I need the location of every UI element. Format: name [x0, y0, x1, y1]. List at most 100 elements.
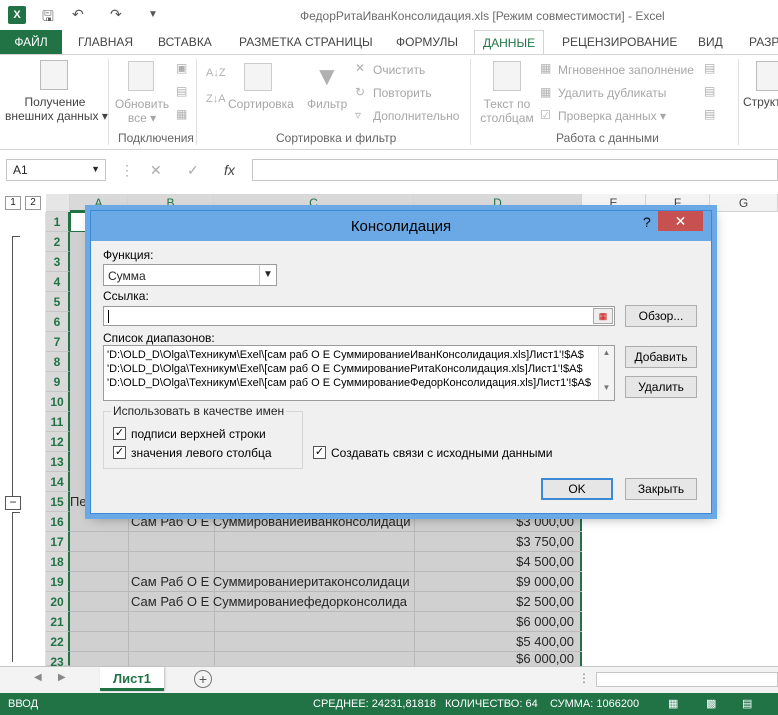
row-header[interactable]: 9 — [46, 372, 70, 392]
column-header-g[interactable]: G — [710, 194, 778, 212]
outline-level-1[interactable]: 1 — [5, 196, 21, 210]
row-header[interactable]: 18 — [46, 552, 70, 572]
flash-fill-button[interactable]: Мгновенное заполнение — [558, 63, 694, 77]
cell-b19[interactable]: Сам Раб О Е Суммированиеритаконсолидаци — [128, 572, 414, 592]
next-sheet-icon[interactable]: ▶ — [58, 672, 66, 683]
edit-links-icon[interactable]: ▦ — [176, 107, 187, 121]
collapse-dialog-icon[interactable]: ▦ — [593, 308, 613, 324]
row-header[interactable]: 2 — [46, 232, 70, 252]
prev-sheet-icon[interactable]: ◀ — [34, 672, 42, 683]
top-row-checkbox[interactable]: ✓ — [113, 427, 126, 440]
row-header[interactable]: 11 — [46, 412, 70, 432]
cancel-icon[interactable]: ✕ — [150, 162, 162, 179]
function-select[interactable]: Сумма ▼ — [103, 264, 277, 286]
horizontal-scrollbar[interactable] — [596, 672, 778, 687]
properties-icon[interactable]: ▤ — [176, 84, 187, 98]
tab-home[interactable]: ГЛАВНАЯ — [78, 30, 133, 54]
row-header[interactable]: 8 — [46, 352, 70, 372]
formula-input[interactable] — [252, 159, 778, 181]
insert-function-icon[interactable]: fx — [224, 162, 235, 178]
list-item[interactable]: 'D:\OLD_D\Olga\Техникум\Exel\[сам раб О … — [107, 363, 583, 375]
row-header[interactable]: 17 — [46, 532, 70, 552]
outline-button[interactable]: Структ — [743, 95, 778, 109]
help-icon[interactable]: ? — [643, 214, 651, 230]
cell-d16[interactable]: $3 000,00 — [414, 512, 580, 532]
outline-level-2[interactable]: 2 — [25, 196, 41, 210]
refresh-all-button[interactable]: Обновить все ▾ — [112, 97, 172, 125]
collapse-group-button[interactable]: − — [5, 496, 21, 510]
reference-input[interactable]: ▦ — [103, 306, 615, 326]
row-header[interactable]: 21 — [46, 612, 70, 632]
scroll-up-icon[interactable]: ▲ — [599, 348, 614, 357]
qat-customize-icon[interactable]: ▼ — [148, 9, 158, 20]
list-item[interactable]: 'D:\OLD_D\Olga\Техникум\Exel\[сам раб О … — [107, 377, 591, 389]
cell-d20[interactable]: $2 500,00 — [414, 592, 580, 612]
delete-button[interactable]: Удалить — [625, 376, 697, 398]
tab-file[interactable]: ФАЙЛ — [0, 30, 62, 54]
sort-za-icon[interactable]: Z↓A — [206, 93, 226, 105]
list-scrollbar[interactable]: ▲ ▼ — [598, 346, 614, 400]
tab-view[interactable]: ВИД — [698, 30, 723, 54]
consolidate-icon[interactable]: ▤ — [704, 61, 715, 75]
page-layout-view-icon[interactable]: ▩ — [706, 693, 716, 715]
row-header[interactable]: 19 — [46, 572, 70, 592]
cell-d17[interactable]: $3 750,00 — [414, 532, 580, 552]
name-box[interactable]: A1 ▼ — [6, 159, 106, 181]
clear-button[interactable]: Очистить — [373, 63, 425, 77]
left-column-checkbox[interactable]: ✓ — [113, 446, 126, 459]
dialog-title-bar[interactable]: Консолидация ? ✕ — [91, 211, 711, 241]
chevron-down-icon[interactable]: ▼ — [259, 265, 276, 285]
relationships-icon[interactable]: ▤ — [704, 107, 715, 121]
row-header[interactable]: 14 — [46, 472, 70, 492]
undo-icon[interactable]: ↶ — [72, 6, 84, 23]
reapply-button[interactable]: Повторить — [373, 86, 432, 100]
what-if-icon[interactable]: ▤ — [704, 84, 715, 98]
cell-b20[interactable]: Сам Раб О Е Суммированиефедорконсолида — [128, 592, 414, 612]
cell-d21[interactable]: $6 000,00 — [414, 612, 580, 632]
row-header[interactable]: 12 — [46, 432, 70, 452]
row-header[interactable]: 20 — [46, 592, 70, 612]
tab-insert[interactable]: ВСТАВКА — [158, 30, 212, 54]
data-validation-button[interactable]: Проверка данных ▾ — [558, 109, 666, 123]
tab-developer[interactable]: РАЗР — [749, 30, 778, 54]
cell-d19[interactable]: $9 000,00 — [414, 572, 580, 592]
cell-d23[interactable]: $6 000,00 — [414, 652, 580, 666]
get-external-data-button[interactable]: Получение внешних данных ▾ — [5, 95, 108, 123]
sort-button[interactable]: Сортировка — [228, 97, 294, 111]
advanced-button[interactable]: Дополнительно — [373, 109, 459, 123]
row-header[interactable]: 23 — [46, 652, 70, 669]
list-item[interactable]: 'D:\OLD_D\Olga\Техникум\Exel\[сам раб О … — [107, 349, 584, 361]
create-links-checkbox[interactable]: ✓ — [313, 446, 326, 459]
sort-az-icon[interactable]: A↓Z — [206, 67, 226, 79]
new-sheet-icon[interactable]: + — [194, 670, 212, 688]
tab-formulas[interactable]: ФОРМУЛЫ — [396, 30, 458, 54]
close-icon[interactable]: ✕ — [658, 211, 703, 231]
page-break-view-icon[interactable]: ▤ — [742, 693, 752, 715]
close-button[interactable]: Закрыть — [625, 478, 697, 500]
ranges-list[interactable]: 'D:\OLD_D\Olga\Техникум\Exel\[сам раб О … — [103, 345, 615, 401]
row-header[interactable]: 5 — [46, 292, 70, 312]
row-header[interactable]: 6 — [46, 312, 70, 332]
row-header[interactable]: 10 — [46, 392, 70, 412]
browse-button[interactable]: Обзор... — [625, 305, 697, 327]
row-header[interactable]: 15 — [46, 492, 70, 512]
add-button[interactable]: Добавить — [625, 346, 697, 368]
normal-view-icon[interactable]: ▦ — [668, 693, 678, 715]
save-icon[interactable]: 🖫 — [42, 6, 54, 30]
row-header[interactable]: 22 — [46, 632, 70, 652]
ok-button[interactable]: OK — [541, 478, 613, 500]
tab-page-layout[interactable]: РАЗМЕТКА СТРАНИЦЫ — [239, 30, 373, 54]
tab-data[interactable]: ДАННЫЕ — [474, 30, 545, 55]
row-header[interactable]: 3 — [46, 252, 70, 272]
row-header[interactable]: 16 — [46, 512, 70, 532]
select-all-corner[interactable] — [46, 194, 70, 212]
cell-d18[interactable]: $4 500,00 — [414, 552, 580, 572]
cell-b16[interactable]: Сам Раб О Е Суммированиеиванконсолидаци — [128, 512, 414, 532]
row-header[interactable]: 1 — [46, 212, 70, 232]
row-header[interactable]: 4 — [46, 272, 70, 292]
remove-duplicates-button[interactable]: Удалить дубликаты — [558, 86, 666, 100]
redo-icon[interactable]: ↷ — [110, 6, 122, 23]
sheet-tab-list1[interactable]: Лист1 — [100, 667, 164, 691]
filter-button[interactable]: Фильтр — [307, 97, 347, 111]
cell-d22[interactable]: $5 400,00 — [414, 632, 580, 652]
